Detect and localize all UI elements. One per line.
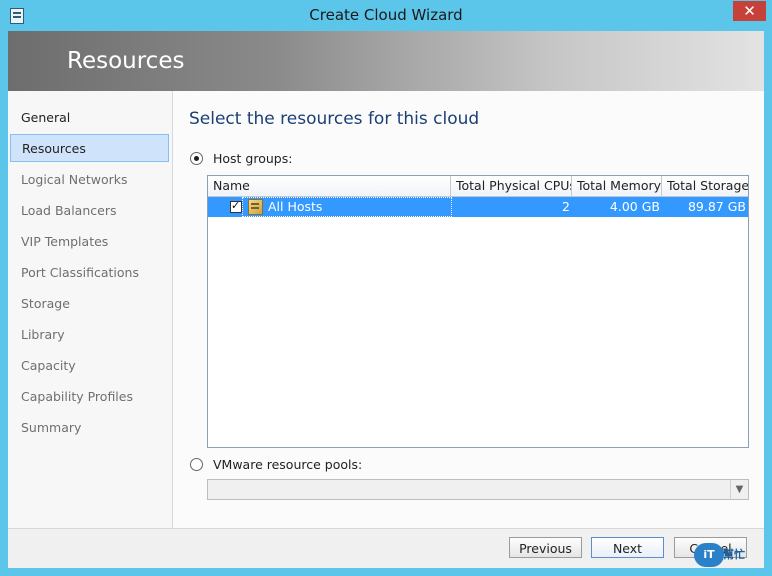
page-banner: Resources [8,31,764,91]
table-row[interactable]: All Hosts 2 4.00 GB 89.87 GB [208,197,748,217]
page-title: Resources [67,48,185,74]
dropdown-arrow-icon[interactable]: ▼ [730,480,748,499]
nav-item-general[interactable]: General [10,104,169,132]
row-storage: 89.87 GB [687,199,746,214]
column-header-name[interactable]: Name [208,176,451,196]
host-group-icon [248,199,263,215]
wizard-footer: Previous Next Cancel [8,528,764,568]
nav-item-capacity[interactable]: Capacity [10,352,169,380]
row-name: All Hosts [268,199,323,214]
host-groups-grid[interactable]: Name Total Physical CPUs Total Memory To… [207,175,749,448]
section-heading: Select the resources for this cloud [189,109,480,129]
wizard-navigation: General Resources Logical Networks Load … [8,91,173,528]
column-header-memory[interactable]: Total Memory [572,176,662,196]
logo-text: 幫忙 [723,548,745,561]
column-header-storage[interactable]: Total Storage [662,176,748,196]
nav-item-storage[interactable]: Storage [10,290,169,318]
nav-item-logical-networks[interactable]: Logical Networks [10,166,169,194]
nav-item-vip-templates[interactable]: VIP Templates [10,228,169,256]
row-cpus: 2 [562,199,570,214]
nav-item-load-balancers[interactable]: Load Balancers [10,197,169,225]
nav-item-resources[interactable]: Resources [10,134,169,162]
vmware-pools-dropdown[interactable]: ▼ [207,479,749,500]
grid-header: Name Total Physical CPUs Total Memory To… [208,176,748,197]
previous-button[interactable]: Previous [509,537,582,558]
host-groups-label: Host groups: [212,151,293,166]
column-header-cpus[interactable]: Total Physical CPUs [451,176,572,196]
vmware-radio[interactable] [190,458,203,471]
vmware-option[interactable]: VMware resource pools: [190,457,362,472]
logo-mark: iT [694,543,724,567]
vmware-label: VMware resource pools: [212,457,363,472]
next-button[interactable]: Next [591,537,664,558]
host-groups-option[interactable]: Host groups: [190,151,292,166]
wizard-client-area: Resources General Resources Logical Netw… [8,31,764,568]
ithome-logo: iT 幫忙 [694,542,752,570]
nav-item-capability-profiles[interactable]: Capability Profiles [10,383,169,411]
main-content: Select the resources for this cloud Host… [173,91,764,528]
nav-item-library[interactable]: Library [10,321,169,349]
all-hosts-checkbox[interactable] [230,199,242,213]
nav-item-port-classifications[interactable]: Port Classifications [10,259,169,287]
row-memory: 4.00 GB [609,199,660,214]
create-cloud-wizard-window: Create Cloud Wizard ✕ Resources General … [0,0,772,576]
close-button[interactable]: ✕ [733,1,766,21]
host-groups-radio[interactable] [190,152,203,165]
window-title: Create Cloud Wizard [309,6,463,24]
nav-item-summary[interactable]: Summary [10,414,169,442]
title-bar: Create Cloud Wizard ✕ [0,0,772,31]
